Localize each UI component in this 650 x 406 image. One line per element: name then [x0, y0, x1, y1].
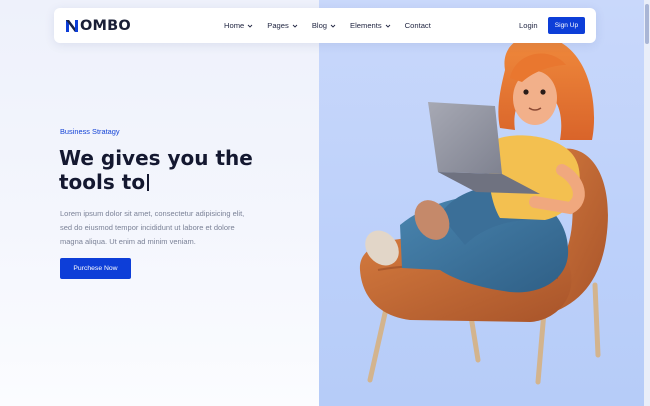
hero-eyebrow: Business Stratagy	[60, 127, 120, 136]
n-logo-icon	[66, 20, 78, 32]
chevron-down-icon	[385, 24, 390, 28]
woman-laptop-illustration	[359, 36, 608, 385]
page-scrollbar[interactable]	[644, 0, 650, 406]
nav-item-home[interactable]: Home	[224, 21, 253, 30]
nav-item-contact[interactable]: Contact	[405, 21, 431, 30]
chevron-down-icon	[247, 24, 253, 28]
scrollbar-thumb[interactable]	[645, 4, 649, 44]
top-navbar: OMBO Home Pages Blog Elements Contact Lo…	[54, 8, 596, 43]
purchase-now-button[interactable]: Purchese Now	[60, 258, 131, 279]
landing-page: OMBO Home Pages Blog Elements Contact Lo…	[0, 0, 650, 406]
typing-cursor	[147, 174, 150, 191]
main-nav: Home Pages Blog Elements Contact	[224, 8, 445, 43]
brand-name: OMBO	[80, 18, 131, 34]
login-link[interactable]: Login	[519, 21, 538, 30]
chevron-down-icon	[292, 24, 298, 28]
headline-line-1: We gives you the	[59, 146, 253, 170]
nav-item-pages[interactable]: Pages	[267, 21, 298, 30]
nav-item-blog[interactable]: Blog	[312, 21, 336, 30]
hero-description: Lorem ipsum dolor sit amet, consectetur …	[60, 209, 245, 246]
hero-headline: We gives you the tools to	[59, 146, 289, 194]
nav-item-label: Pages	[267, 21, 289, 30]
brand-logo[interactable]: OMBO	[65, 16, 131, 36]
nav-item-label: Home	[224, 21, 245, 30]
nav-item-label: Blog	[311, 21, 328, 30]
nav-item-label: Contact	[404, 21, 431, 30]
headline-line-2: tools to	[59, 170, 289, 194]
hero-left-background	[0, 0, 319, 406]
headline-line-2-text: tools to	[59, 170, 146, 194]
nav-item-elements[interactable]: Elements	[350, 21, 391, 30]
nav-item-label: Elements	[350, 21, 382, 30]
signup-button[interactable]: Sign Up	[548, 17, 585, 34]
chevron-down-icon	[330, 24, 336, 28]
